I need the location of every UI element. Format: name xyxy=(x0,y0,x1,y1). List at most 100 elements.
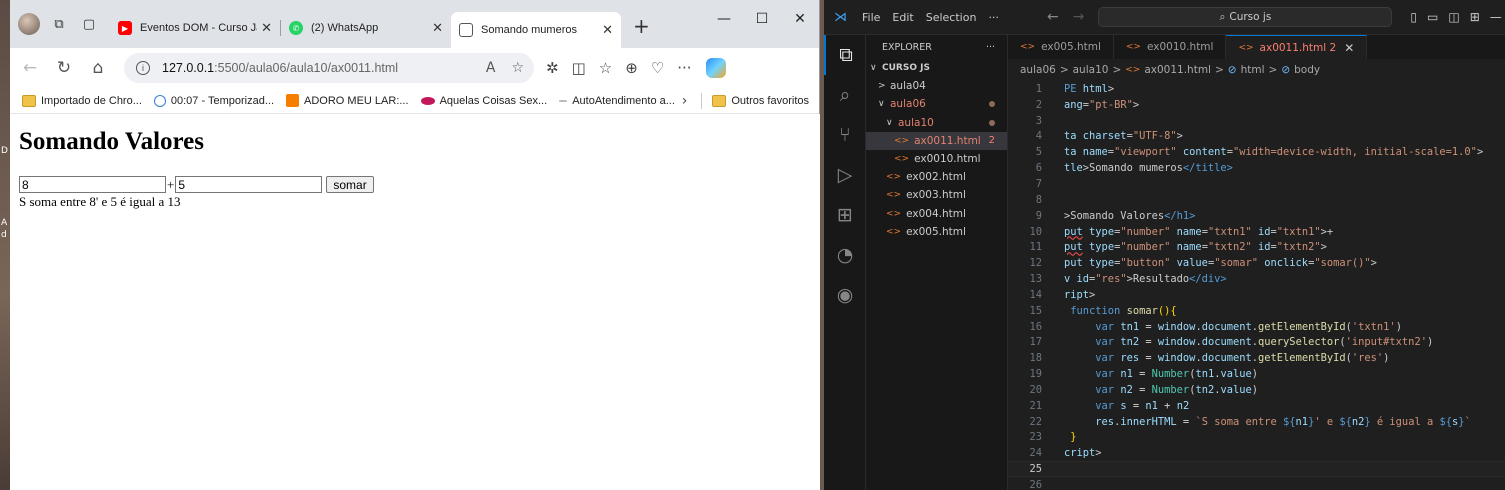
close-window-icon[interactable]: ✕ xyxy=(781,0,819,38)
code-line[interactable]: 10 put type="number" name="txtn1" id="txt… xyxy=(1008,224,1505,240)
explorer-icon[interactable]: ⧉ xyxy=(824,35,866,75)
other-favorites[interactable]: Outros favoritos xyxy=(712,94,809,107)
file-tree-folder[interactable]: ∨ aula10 xyxy=(866,114,1007,132)
menu-edit[interactable]: Edit xyxy=(892,11,913,24)
code-line[interactable]: 13 v id="res">Resultado</div> xyxy=(1008,271,1505,287)
code-line[interactable]: 2 ang="pt-BR"> xyxy=(1008,97,1505,113)
site-info-icon[interactable]: i xyxy=(136,61,150,75)
file-tree-folder[interactable]: > aula04 xyxy=(866,77,1007,95)
code-line[interactable]: 14 ript> xyxy=(1008,287,1505,303)
file-tree-file[interactable]: <> ex004.html xyxy=(866,205,1007,223)
collections-icon[interactable]: ⊕ xyxy=(625,59,638,77)
code-line[interactable]: 23 } xyxy=(1008,430,1505,446)
remote-explorer-icon[interactable]: ◔ xyxy=(824,235,866,275)
run-debug-icon[interactable]: ▷ xyxy=(824,155,866,195)
code-line[interactable]: 3 xyxy=(1008,113,1505,129)
edge-devtools-icon[interactable]: ◉ xyxy=(824,275,866,315)
code-line[interactable]: 26 xyxy=(1008,477,1505,490)
file-tree-file[interactable]: <> ex002.html xyxy=(866,168,1007,186)
bookmark-item[interactable]: AutoAtendimento a... xyxy=(559,95,675,107)
refresh-icon[interactable]: ↻ xyxy=(50,54,78,82)
minimize-icon[interactable]: — xyxy=(1490,10,1502,24)
tab-youtube[interactable]: ▶ Eventos DOM - Curso JavaS ✕ xyxy=(110,12,280,44)
breadcrumb-item[interactable]: html xyxy=(1241,64,1265,76)
code-line[interactable]: 7 xyxy=(1008,176,1505,192)
breadcrumb-item[interactable]: aula06 xyxy=(1020,64,1056,76)
close-tab-icon[interactable]: ✕ xyxy=(261,21,272,36)
browser-essentials-icon[interactable]: ♡ xyxy=(651,59,664,77)
bookmark-item[interactable]: 00:07 - Temporizad... xyxy=(153,94,274,107)
split-screen-icon[interactable]: ◫ xyxy=(572,59,586,77)
home-icon[interactable]: ⌂ xyxy=(84,54,112,82)
number-input-2[interactable] xyxy=(175,176,323,193)
copilot-icon[interactable] xyxy=(705,58,726,78)
chevron-right-icon[interactable]: › xyxy=(682,93,688,109)
customize-layout-icon[interactable]: ⊞ xyxy=(1470,10,1480,24)
breadcrumb-item[interactable]: ax0011.html xyxy=(1144,64,1211,76)
code-line[interactable]: 9 >Somando Valores</h1> xyxy=(1008,208,1505,224)
more-options-icon[interactable]: ··· xyxy=(677,59,691,77)
toggle-secondary-sidebar-icon[interactable]: ◫ xyxy=(1448,10,1459,24)
toggle-sidebar-icon[interactable]: ▯ xyxy=(1410,10,1417,24)
file-tree-file[interactable]: <> ex0010.html xyxy=(866,150,1007,168)
nav-back-icon[interactable]: ← xyxy=(1047,9,1059,25)
breadcrumb-item[interactable]: aula10 xyxy=(1073,64,1109,76)
menu-more[interactable]: ··· xyxy=(988,11,999,24)
file-tree-folder[interactable]: ∨ aula06 xyxy=(866,95,1007,113)
file-tree-folder[interactable]: ∨ CURSO JS xyxy=(866,59,1007,77)
code-line[interactable]: 1 PE html> xyxy=(1008,81,1505,97)
code-line[interactable]: 15 function somar(){ xyxy=(1008,303,1505,319)
code-line[interactable]: 4 ta charset="UTF-8"> xyxy=(1008,129,1505,145)
tab-somando[interactable]: Somando mumeros ✕ xyxy=(451,12,621,48)
maximize-icon[interactable]: ☐ xyxy=(743,0,781,38)
code-line[interactable]: 18 var res = window.document.getElementB… xyxy=(1008,350,1505,366)
breadcrumb-item[interactable]: body xyxy=(1294,64,1320,76)
code-line[interactable]: 6 tle>Somando mumeros</title> xyxy=(1008,160,1505,176)
tab-whatsapp[interactable]: ✆ (2) WhatsApp ✕ xyxy=(281,12,451,44)
bookmark-item[interactable]: Aquelas Coisas Sex... xyxy=(420,95,547,107)
address-bar[interactable]: i 127.0.0.1:5500/aula06/aula10/ax0011.ht… xyxy=(124,53,534,83)
close-tab-icon[interactable]: ✕ xyxy=(432,21,443,36)
toggle-panel-icon[interactable]: ▭ xyxy=(1427,10,1438,24)
command-center-search[interactable]: ⌕ Curso js xyxy=(1098,7,1393,27)
source-control-icon[interactable]: ⑂ xyxy=(824,115,866,155)
bookmark-item[interactable]: Importado de Chro... xyxy=(22,94,142,107)
favorite-star-icon[interactable]: ☆ xyxy=(511,60,524,76)
minimize-icon[interactable]: — xyxy=(705,0,743,38)
code-line[interactable]: 22 res.innerHTML = `S soma entre ${n1}' … xyxy=(1008,414,1505,430)
file-tree-file[interactable]: <> ex003.html xyxy=(866,186,1007,204)
code-line[interactable]: 17 var tn2 = window.document.querySelect… xyxy=(1008,335,1505,351)
file-tree-file[interactable]: <> ex005.html xyxy=(866,223,1007,241)
back-icon[interactable]: ← xyxy=(16,54,44,82)
code-line[interactable]: 12 put type="button" value="somar" onclic… xyxy=(1008,255,1505,271)
nav-forward-icon[interactable]: → xyxy=(1073,9,1085,25)
explorer-more-icon[interactable]: ··· xyxy=(986,42,995,53)
code-line[interactable]: 25 xyxy=(1008,461,1505,478)
menu-file[interactable]: File xyxy=(862,11,880,24)
somar-button[interactable]: somar xyxy=(326,176,374,193)
code-line[interactable]: 8 xyxy=(1008,192,1505,208)
code-line[interactable]: 20 var n2 = Number(tn2.value) xyxy=(1008,382,1505,398)
extensions-icon[interactable]: ⊞ xyxy=(824,195,866,235)
code-line[interactable]: 16 var tn1 = window.document.getElementB… xyxy=(1008,319,1505,335)
editor-tab-ex0010[interactable]: <> ex0010.html xyxy=(1114,35,1227,59)
code-line[interactable]: 24 cript> xyxy=(1008,445,1505,461)
search-icon[interactable]: ⌕ xyxy=(824,75,866,115)
number-input-1[interactable] xyxy=(19,176,166,193)
workspaces-icon[interactable]: ⧉ xyxy=(48,13,70,35)
menu-selection[interactable]: Selection xyxy=(926,11,977,24)
favorites-icon[interactable]: ☆ xyxy=(599,59,612,77)
code-line[interactable]: 11 put type="number" name="txtn2" id="txt… xyxy=(1008,239,1505,255)
bookmark-item[interactable]: ADORO MEU LAR:... xyxy=(286,94,409,107)
code-line[interactable]: 5 ta name="viewport" content="width=devic… xyxy=(1008,144,1505,160)
code-line[interactable]: 21 var s = n1 + n2 xyxy=(1008,398,1505,414)
extensions-icon[interactable]: ✲ xyxy=(546,59,559,77)
editor-tab-ax0011[interactable]: <> ax0011.html 2 ✕ xyxy=(1226,35,1368,59)
profile-avatar[interactable] xyxy=(18,13,40,35)
editor-tab-ex005[interactable]: <> ex005.html xyxy=(1008,35,1114,59)
code-line[interactable]: 19 var n1 = Number(tn1.value) xyxy=(1008,366,1505,382)
file-tree-file[interactable]: <> ax0011.html 2 xyxy=(866,131,1007,150)
read-aloud-icon[interactable]: A xyxy=(486,60,496,76)
close-tab-icon[interactable]: ✕ xyxy=(602,23,613,38)
tab-actions-icon[interactable]: ▢ xyxy=(78,13,100,35)
